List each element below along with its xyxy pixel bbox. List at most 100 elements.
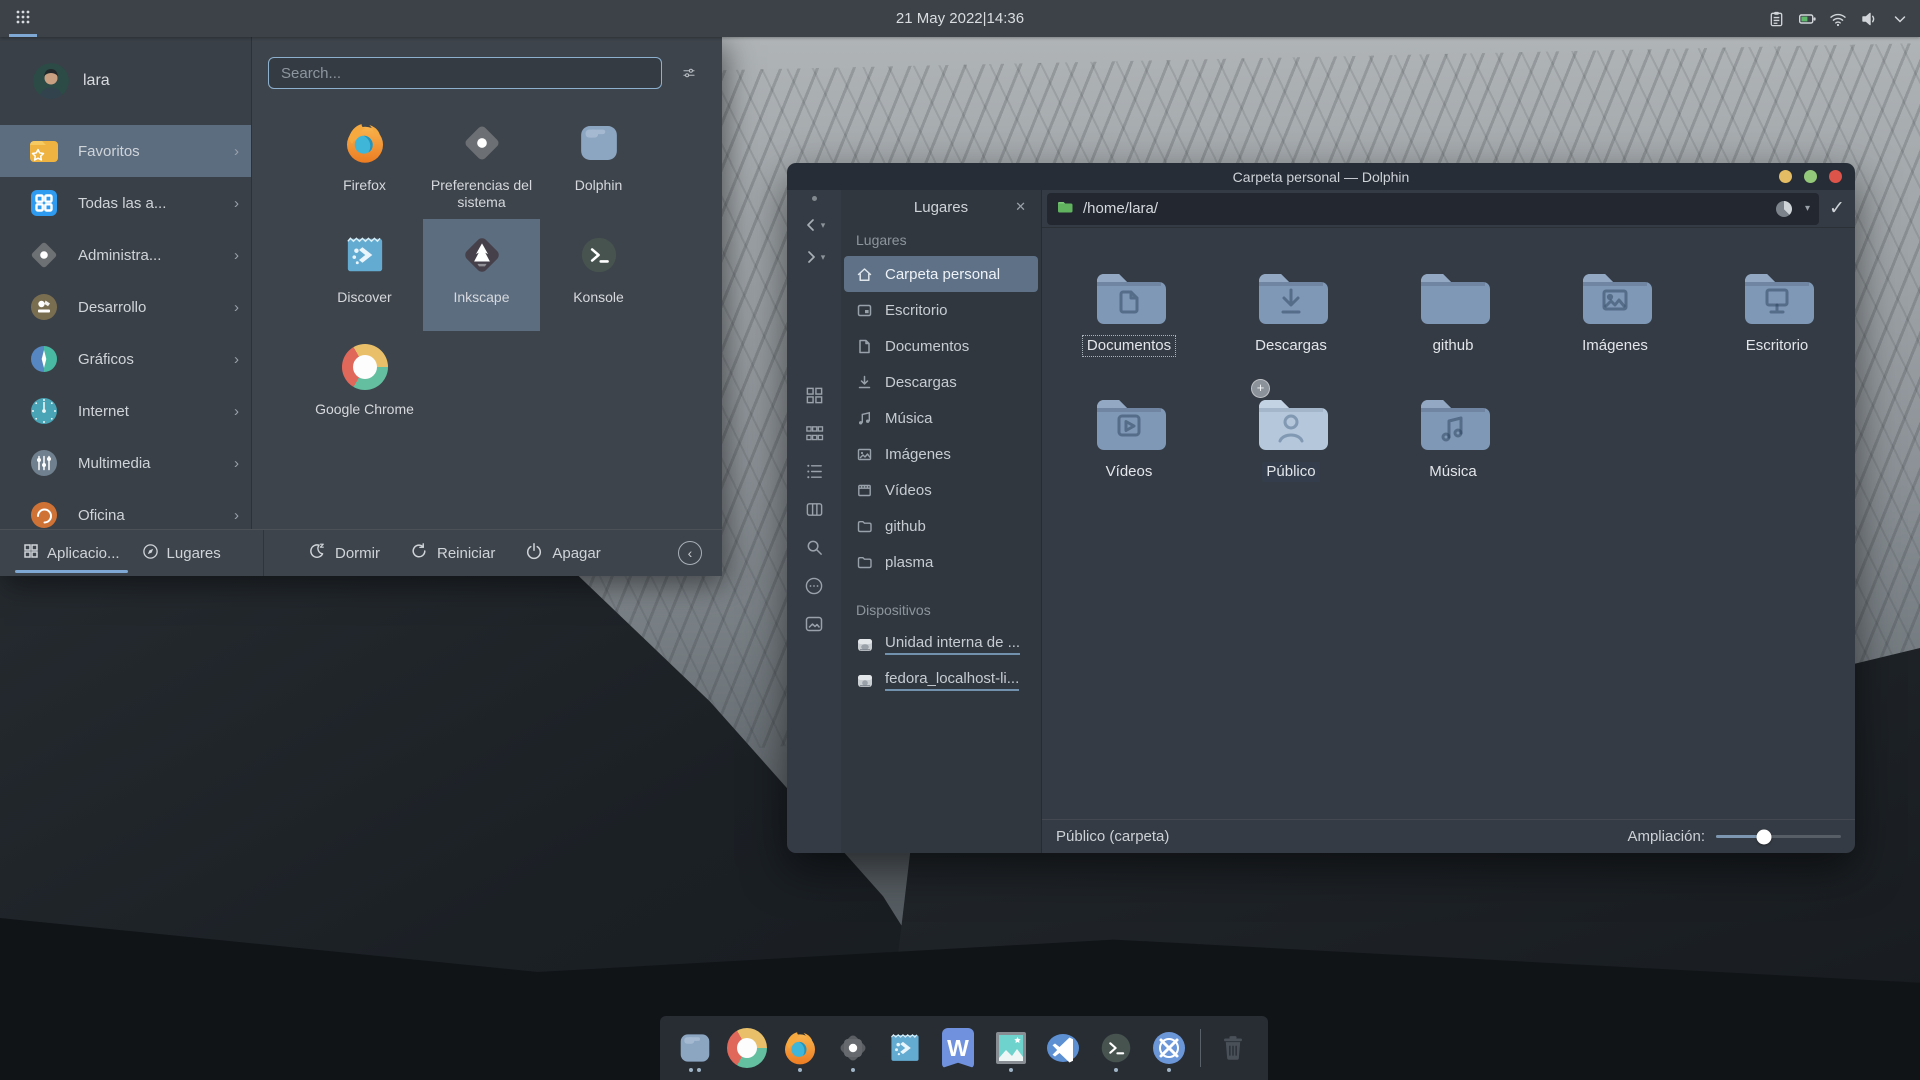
device-fedora-localhost[interactable]: fedora_localhost-li... xyxy=(844,662,1038,698)
category-internet[interactable]: Internet › xyxy=(0,385,251,437)
folder-label: Imágenes xyxy=(1578,336,1652,356)
dock-gwenview[interactable] xyxy=(990,1022,1032,1074)
chevron-down-icon[interactable] xyxy=(1890,9,1910,29)
folder-label: Escritorio xyxy=(1742,336,1813,356)
avatar[interactable] xyxy=(33,63,69,99)
folder-escritorio[interactable]: Escritorio xyxy=(1696,263,1855,389)
app-dolphin[interactable]: Dolphin xyxy=(540,107,657,219)
folder-videos[interactable]: Vídeos xyxy=(1048,389,1210,515)
dock-xorg[interactable] xyxy=(1148,1022,1190,1074)
preview-icon[interactable] xyxy=(804,613,825,634)
dock-trash[interactable] xyxy=(1212,1022,1254,1074)
icons-view-icon[interactable] xyxy=(804,385,825,406)
app-konsole[interactable]: Konsole xyxy=(540,219,657,331)
category-desarrollo[interactable]: Desarrollo › xyxy=(0,281,251,333)
places-panel: Lugares ✕ Lugares Carpeta personal xyxy=(841,190,1042,853)
tab-aplicaciones[interactable]: Aplicacio... xyxy=(12,530,131,576)
system-settings-icon xyxy=(454,115,510,171)
power-icon xyxy=(525,542,543,564)
folder-musica[interactable]: Música xyxy=(1372,389,1534,515)
category-multimedia[interactable]: Multimedia › xyxy=(0,437,251,489)
zoom-slider-handle[interactable] xyxy=(1756,829,1771,844)
app-inkscape[interactable]: Inkscape xyxy=(423,219,540,331)
dolphin-titlebar[interactable]: Carpeta personal — Dolphin xyxy=(787,163,1855,190)
sleep-moon-icon xyxy=(308,542,326,564)
compact-view-icon[interactable] xyxy=(804,423,825,444)
sleep-button[interactable]: Dormir xyxy=(308,542,380,564)
forward-button[interactable]: ▾ xyxy=(803,241,826,273)
battery-icon[interactable] xyxy=(1797,9,1817,29)
place-carpeta-personal[interactable]: Carpeta personal xyxy=(844,256,1038,292)
close-panel-icon[interactable]: ✕ xyxy=(1009,198,1032,216)
tab-lugares[interactable]: Lugares xyxy=(131,530,232,576)
dock-wike[interactable]: W xyxy=(937,1022,979,1074)
apps-grid-icon xyxy=(23,543,39,563)
folder-public-icon: + xyxy=(1254,389,1328,457)
more-options-icon[interactable] xyxy=(804,575,825,596)
place-musica[interactable]: Música xyxy=(844,400,1038,436)
app-firefox[interactable]: Firefox xyxy=(306,107,423,219)
place-videos[interactable]: Vídeos xyxy=(844,472,1038,508)
image-icon xyxy=(856,446,873,463)
maximize-button[interactable] xyxy=(1804,170,1817,183)
folder-plain-icon xyxy=(1416,263,1490,331)
chevron-right-icon: › xyxy=(234,507,239,524)
shutdown-button[interactable]: Apagar xyxy=(525,542,600,564)
desktop: 21 May 2022|14:36 xyxy=(0,0,1920,1080)
dock-vscode[interactable] xyxy=(1042,1022,1084,1074)
action-label: Dormir xyxy=(335,545,380,562)
dock-system-settings[interactable] xyxy=(832,1022,874,1074)
music-icon xyxy=(856,410,873,427)
close-button[interactable] xyxy=(1829,170,1842,183)
location-bar[interactable]: /home/lara/ ▾ xyxy=(1047,193,1819,225)
dock-dolphin[interactable] xyxy=(674,1022,716,1074)
office-icon xyxy=(26,497,62,529)
folder-descargas[interactable]: Descargas xyxy=(1210,263,1372,389)
clock[interactable]: 21 May 2022|14:36 xyxy=(896,10,1024,27)
folder-green-icon xyxy=(1056,198,1074,220)
place-documentos[interactable]: Documentos xyxy=(844,328,1038,364)
wifi-icon[interactable] xyxy=(1828,9,1848,29)
dock-discover[interactable] xyxy=(885,1022,927,1074)
app-discover[interactable]: Discover xyxy=(306,219,423,331)
collapse-sidebar-button[interactable]: ‹ xyxy=(678,541,702,565)
place-imagenes[interactable]: Imágenes xyxy=(844,436,1038,472)
dock-firefox[interactable] xyxy=(779,1022,821,1074)
configure-icon[interactable] xyxy=(676,60,702,86)
back-button[interactable]: ▾ xyxy=(803,209,826,241)
place-escritorio[interactable]: Escritorio xyxy=(844,292,1038,328)
search-icon[interactable] xyxy=(804,537,825,558)
category-administracion[interactable]: Administra... › xyxy=(0,229,251,281)
folder-imagenes[interactable]: Imágenes xyxy=(1534,263,1696,389)
app-google-chrome[interactable]: Google Chrome xyxy=(306,331,423,443)
place-label: github xyxy=(885,518,926,535)
dock-konsole[interactable] xyxy=(1095,1022,1137,1074)
volume-icon[interactable] xyxy=(1859,9,1879,29)
folder-documentos[interactable]: Documentos xyxy=(1048,263,1210,389)
restart-button[interactable]: Reiniciar xyxy=(410,542,495,564)
category-favoritos[interactable]: Favoritos › xyxy=(0,125,251,177)
clipboard-icon[interactable] xyxy=(1766,9,1786,29)
category-graficos[interactable]: Gráficos › xyxy=(0,333,251,385)
application-launcher-button[interactable] xyxy=(0,0,46,37)
minimize-button[interactable] xyxy=(1779,170,1792,183)
place-plasma[interactable]: plasma xyxy=(844,544,1038,580)
app-preferencias-del-sistema[interactable]: Preferencias del sistema xyxy=(423,107,540,219)
split-view-icon[interactable] xyxy=(804,499,825,520)
dock-google-chrome[interactable] xyxy=(727,1022,769,1074)
folder-github[interactable]: github xyxy=(1372,263,1534,389)
free-space-pie-icon[interactable] xyxy=(1776,201,1792,217)
caret-down-icon[interactable]: ▾ xyxy=(1805,203,1810,214)
folder-publico[interactable]: + Público xyxy=(1210,389,1372,515)
place-github[interactable]: github xyxy=(844,508,1038,544)
accept-location-icon[interactable]: ✓ xyxy=(1819,193,1855,225)
category-todas-las-aplicaciones[interactable]: Todas las a... › xyxy=(0,177,251,229)
window-title: Carpeta personal — Dolphin xyxy=(787,169,1855,185)
details-view-icon[interactable] xyxy=(804,461,825,482)
device-unidad-interna[interactable]: Unidad interna de ... xyxy=(844,626,1038,662)
search-input[interactable] xyxy=(268,57,662,89)
place-descargas[interactable]: Descargas xyxy=(844,364,1038,400)
zoom-slider[interactable] xyxy=(1716,835,1841,838)
category-oficina[interactable]: Oficina › xyxy=(0,489,251,529)
footer-tabs: Aplicacio... Lugares xyxy=(0,530,264,576)
